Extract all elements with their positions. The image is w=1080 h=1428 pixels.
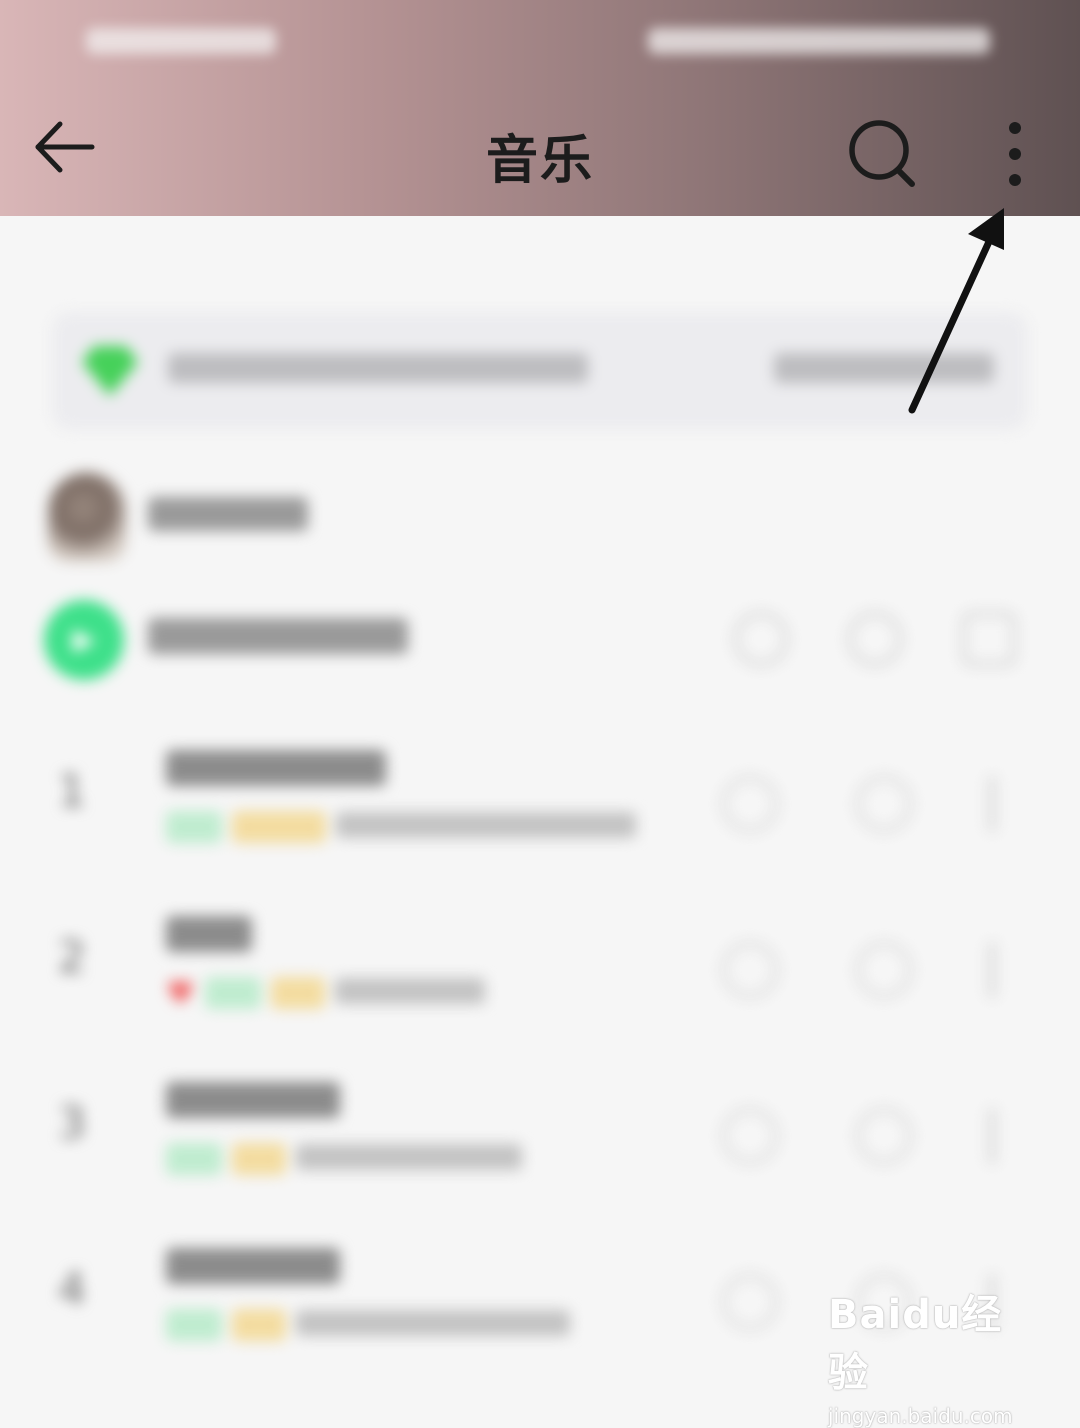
quality-tag — [166, 1309, 222, 1341]
song-index: 1 — [58, 766, 86, 817]
song-index: 4 — [58, 1264, 86, 1315]
more-vertical-icon — [1009, 122, 1021, 186]
song-title-placeholder — [166, 1244, 340, 1295]
song-artist-placeholder — [336, 808, 636, 846]
liked-heart-icon: ♥ — [166, 974, 195, 1012]
song-play-icon[interactable] — [856, 1108, 912, 1164]
quality-tag — [166, 811, 222, 843]
song-more-icon[interactable] — [988, 1108, 996, 1164]
song-meta: ♥ — [166, 974, 485, 1012]
vip-tag — [270, 977, 325, 1009]
status-bar-time — [86, 28, 276, 54]
search-button[interactable] — [846, 118, 920, 192]
song-meta — [166, 1306, 570, 1342]
artist-avatar — [48, 472, 126, 562]
blurred-content: ▶ 1 2 ♥ 3 4 — [0, 216, 1080, 1400]
status-bar — [0, 0, 1080, 80]
vip-banner[interactable] — [52, 312, 1028, 430]
song-artist-placeholder — [296, 1140, 522, 1178]
top-app-bar: 音乐 — [0, 0, 1080, 216]
song-play-icon[interactable] — [856, 776, 912, 832]
watermark-sub-text: jingyan.baidu.com — [828, 1404, 1013, 1428]
song-video-icon[interactable] — [722, 1274, 778, 1330]
vip-diamond-icon — [82, 346, 138, 396]
more-options-button[interactable] — [990, 116, 1040, 192]
song-index: 3 — [58, 1098, 86, 1149]
play-all-label-placeholder[interactable] — [148, 614, 408, 665]
song-row[interactable]: 2 ♥ — [0, 902, 1080, 1052]
vip-banner-action-placeholder — [774, 348, 994, 392]
song-artist-placeholder — [334, 974, 485, 1012]
song-more-icon[interactable] — [988, 776, 996, 832]
baidu-jingyan-watermark: Baidu经验 jingyan.baidu.com — [828, 1282, 1028, 1428]
artist-name-placeholder — [148, 492, 308, 541]
song-play-icon[interactable] — [856, 942, 912, 998]
song-video-icon[interactable] — [722, 942, 778, 998]
song-meta — [166, 808, 636, 844]
multi-select-icon[interactable] — [962, 612, 1016, 666]
song-meta — [166, 1140, 522, 1176]
song-title-placeholder — [166, 1078, 340, 1129]
vip-banner-text-placeholder — [168, 348, 588, 392]
play-all-icon[interactable]: ▶ — [44, 600, 124, 680]
sort-icon[interactable] — [734, 612, 788, 666]
song-index: 2 — [58, 932, 86, 983]
song-video-icon[interactable] — [722, 1108, 778, 1164]
vip-tag — [232, 1309, 286, 1341]
vip-tag — [232, 1143, 286, 1175]
vip-tag — [232, 811, 326, 843]
search-icon — [849, 120, 915, 187]
watermark-main-text: Baidu经验 — [828, 1292, 1003, 1396]
song-row[interactable]: 1 — [0, 736, 1080, 886]
status-bar-indicators — [648, 28, 990, 54]
song-artist-placeholder — [296, 1306, 570, 1344]
song-title-placeholder — [166, 912, 252, 963]
song-more-icon[interactable] — [988, 942, 996, 998]
quality-tag — [204, 977, 261, 1009]
song-video-icon[interactable] — [722, 776, 778, 832]
song-title-placeholder — [166, 746, 386, 797]
download-icon[interactable] — [848, 612, 902, 666]
play-all-row: ▶ — [44, 598, 1044, 684]
song-row[interactable]: 3 — [0, 1068, 1080, 1218]
quality-tag — [166, 1143, 222, 1175]
